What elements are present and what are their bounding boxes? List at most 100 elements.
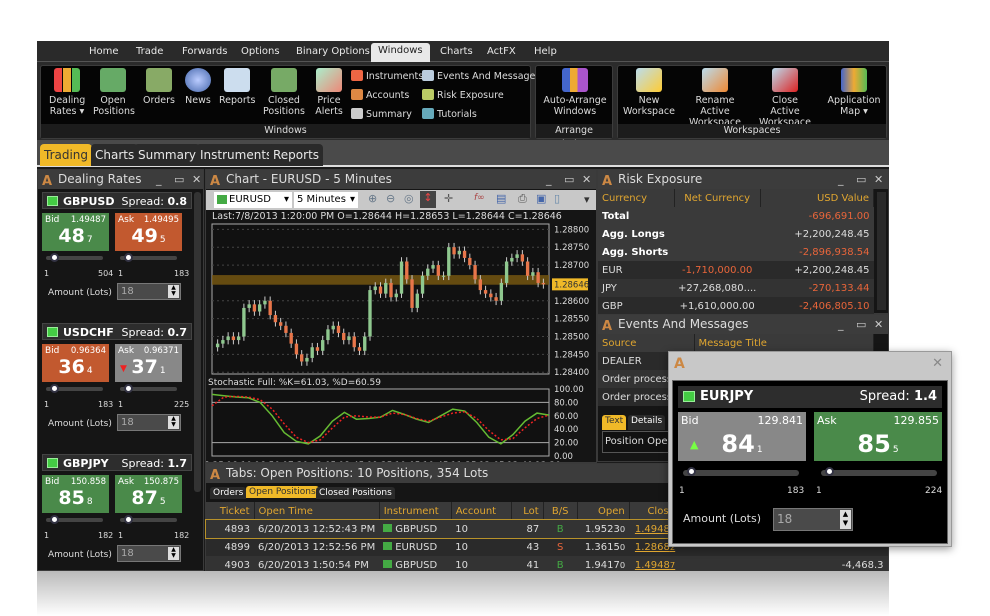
tab-instruments[interactable]: Instruments xyxy=(196,144,277,166)
zoom-in-icon[interactable]: ⊕ xyxy=(368,192,377,205)
open-positions-button[interactable]: Open Positions xyxy=(93,68,135,117)
menu-charts[interactable]: Charts xyxy=(433,44,480,59)
accounts-button[interactable]: Accounts xyxy=(351,88,409,104)
col-instrument[interactable]: Instrument xyxy=(379,502,452,520)
instruments-button[interactable]: Instruments xyxy=(351,69,423,85)
bid-amount-slider[interactable] xyxy=(683,467,799,476)
amount-stepper[interactable]: ▲ ▼ xyxy=(168,416,179,429)
amount-input[interactable]: 18 ▲ ▼ xyxy=(117,545,181,562)
timeframe-select[interactable]: 5 Minutes ▾ xyxy=(294,192,358,208)
minimize-icon[interactable]: _ xyxy=(838,170,844,189)
menu-trade[interactable]: Trade xyxy=(129,44,170,59)
amount-input[interactable]: 18 ▲ ▼ xyxy=(773,508,853,531)
tab-charts[interactable]: Charts xyxy=(91,144,139,166)
col-currency[interactable]: Currency xyxy=(598,189,675,207)
symbol-select[interactable]: EURUSD ▾ xyxy=(214,192,292,208)
price-chart[interactable]: 1.28800 1.28750 1.28700 1.28600 1.28550 1.285… xyxy=(206,222,596,462)
col-buy-sell[interactable]: B/S xyxy=(543,502,578,520)
close-icon[interactable]: ✕ xyxy=(582,170,591,189)
print-icon[interactable]: ⎙ xyxy=(518,192,527,206)
slider-knob[interactable] xyxy=(687,467,696,476)
col-ticket[interactable]: Ticket xyxy=(206,502,255,520)
bid-quote[interactable]: Bid 150.858 85 8 xyxy=(42,475,109,513)
reports-button[interactable]: Reports xyxy=(219,68,255,106)
amount-stepper[interactable]: ▲ ▼ xyxy=(840,510,851,529)
maximize-icon[interactable]: ▭ xyxy=(856,170,866,189)
orders-button[interactable]: Orders xyxy=(141,68,177,106)
rates-scrollbar[interactable] xyxy=(194,192,201,492)
save-icon[interactable]: ▣ xyxy=(536,192,546,205)
ask-quote[interactable]: Ask 129.855 85 5 xyxy=(814,412,942,461)
maximize-icon[interactable]: ▭ xyxy=(856,315,866,334)
risk-row[interactable]: Agg. Longs +2,200,248.45 xyxy=(598,225,874,243)
amount-input[interactable]: 18 ▲ ▼ xyxy=(117,414,181,431)
minimize-icon[interactable]: _ xyxy=(546,170,552,189)
bid-quote[interactable]: Bid 1.49487 48 7 xyxy=(42,213,109,251)
slider-knob[interactable] xyxy=(50,384,59,393)
indicator-icon[interactable]: f∞ xyxy=(474,193,485,203)
closed-positions-button[interactable]: Closed Positions xyxy=(263,68,305,117)
close-icon[interactable]: ✕ xyxy=(874,170,883,189)
zoom-fit-icon[interactable]: ◎ xyxy=(404,192,414,205)
ask-amount-slider[interactable] xyxy=(120,384,177,393)
close-icon[interactable]: ✕ xyxy=(192,170,201,189)
maximize-icon[interactable]: ▭ xyxy=(564,170,574,189)
risk-row[interactable]: Agg. Shorts -2,896,938.54 xyxy=(598,243,874,261)
ask-quote[interactable]: Ask 0.96371 ▼ 37 1 xyxy=(115,344,182,382)
tab-reports[interactable]: Reports xyxy=(269,144,324,166)
minimize-icon[interactable]: _ xyxy=(156,170,162,189)
position-row[interactable]: 4903 6/20/2013 1:50:54 PM GBPUSD 10 41 B 1.941… xyxy=(206,556,888,571)
col-open-time[interactable]: Open Time xyxy=(254,502,380,520)
ask-amount-slider[interactable] xyxy=(821,467,937,476)
news-button[interactable]: News xyxy=(183,68,213,106)
close-workspace-button[interactable]: Close Active Workspace xyxy=(756,68,814,128)
amount-input[interactable]: 18 ▲ ▼ xyxy=(117,283,181,300)
tab-details[interactable]: Details xyxy=(628,415,666,430)
export-icon[interactable]: ▯ xyxy=(554,192,560,205)
amount-stepper[interactable]: ▲ ▼ xyxy=(168,547,179,560)
toolbar-overflow-icon[interactable]: ▾ xyxy=(584,193,590,206)
close-price-link[interactable]: 1.49487 xyxy=(629,556,679,571)
slider-knob[interactable] xyxy=(50,515,59,524)
risk-row[interactable]: JPY +27,268,080.... -270,133.44 xyxy=(598,279,874,297)
slider-knob[interactable] xyxy=(825,467,834,476)
tab-open-positions[interactable]: Open Positions xyxy=(246,486,319,498)
floating-rate-window[interactable]: A ✕ EURJPY Spread: 1.4 Bid 129.841 ▲ 84 1 … xyxy=(668,351,952,547)
close-icon[interactable]: ✕ xyxy=(874,315,883,334)
risk-exposure-button[interactable]: Risk Exposure xyxy=(422,88,504,104)
slider-knob[interactable] xyxy=(50,253,59,262)
bid-quote[interactable]: Bid 0.96364 36 4 xyxy=(42,344,109,382)
col-source[interactable]: Source xyxy=(598,334,695,352)
rename-workspace-button[interactable]: Rename Active Workspace xyxy=(682,68,748,128)
menu-options[interactable]: Options xyxy=(234,44,287,59)
menu-windows[interactable]: Windows xyxy=(371,43,430,62)
menu-home[interactable]: Home xyxy=(82,44,126,59)
col-lot[interactable]: Lot xyxy=(511,502,544,520)
price-alerts-button[interactable]: Price Alerts xyxy=(313,68,345,117)
amount-stepper[interactable]: ▲ ▼ xyxy=(168,285,179,298)
crosshair-icon[interactable]: ✛ xyxy=(444,192,453,205)
ask-amount-slider[interactable] xyxy=(120,253,177,262)
risk-scrollbar[interactable] xyxy=(877,192,886,310)
ask-quote[interactable]: Ask 150.875 87 5 xyxy=(115,475,182,513)
zoom-out-icon[interactable]: ⊖ xyxy=(386,192,395,205)
risk-row[interactable]: Total -696,691.00 xyxy=(598,207,874,225)
bid-amount-slider[interactable] xyxy=(46,515,103,524)
tab-closed-positions[interactable]: Closed Positions xyxy=(316,487,395,499)
tab-summary[interactable]: Summary xyxy=(134,144,200,166)
menu-binary-options[interactable]: Binary Options xyxy=(289,44,377,59)
tab-text[interactable]: Text xyxy=(602,415,627,430)
menu-actfx[interactable]: ActFX xyxy=(480,44,523,59)
col-net-currency[interactable]: Net Currency xyxy=(674,189,761,207)
risk-row[interactable]: EUR -1,710,000.00 +2,200,248.45 xyxy=(598,261,874,279)
auto-arrange-button[interactable]: Auto-Arrange Windows xyxy=(540,68,610,117)
events-messages-button[interactable]: Events And Messages xyxy=(422,69,540,85)
col-message-title[interactable]: Message Title xyxy=(694,334,874,352)
tutorials-button[interactable]: Tutorials xyxy=(422,107,477,123)
menu-forwards[interactable]: Forwards xyxy=(175,44,234,59)
template-icon[interactable]: ▤ xyxy=(496,192,506,205)
col-open[interactable]: Open xyxy=(577,502,630,520)
minimize-icon[interactable]: _ xyxy=(838,315,844,334)
bid-amount-slider[interactable] xyxy=(46,384,103,393)
summary-button[interactable]: Summary xyxy=(351,107,412,123)
